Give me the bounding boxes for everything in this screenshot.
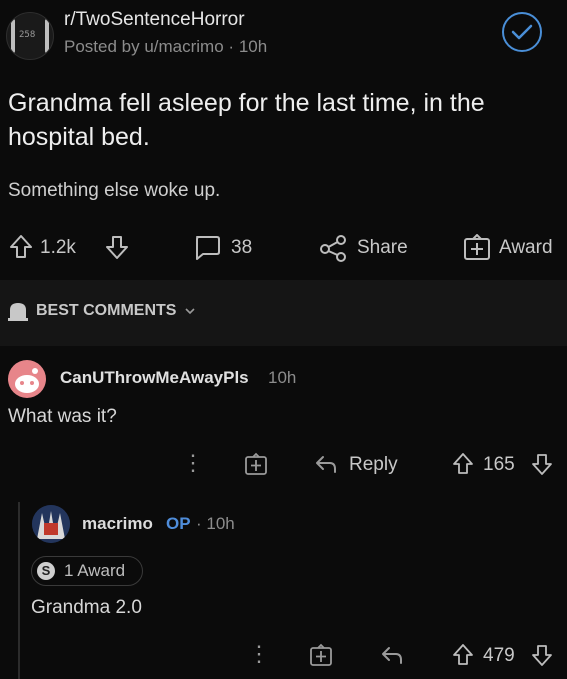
share-icon[interactable] [318, 234, 348, 262]
downvote-icon[interactable] [104, 233, 130, 261]
reply-score: 479 [483, 645, 515, 666]
op-badge: OP [166, 514, 191, 533]
award-button[interactable]: Award [499, 237, 553, 259]
more-icon[interactable]: ⋮ [182, 452, 204, 474]
post-title[interactable]: Grandma fell asleep for the last time, i… [8, 86, 558, 154]
comment-icon[interactable] [192, 234, 222, 262]
reply-time-value: 10h [206, 514, 235, 533]
meta-dot: · [228, 37, 239, 56]
upvote-icon[interactable] [8, 233, 34, 261]
reply-icon[interactable] [314, 453, 338, 475]
reply-username[interactable]: macrimo [82, 514, 153, 534]
comment-time: 10h [268, 368, 297, 387]
upvote-icon[interactable] [451, 642, 475, 668]
comment-count[interactable]: 38 [231, 237, 252, 259]
downvote-icon[interactable] [530, 451, 554, 477]
reply-icon[interactable] [380, 644, 404, 666]
award-icon[interactable] [309, 643, 333, 667]
subreddit-icon[interactable]: 258 [6, 12, 54, 60]
share-button[interactable]: Share [357, 237, 408, 259]
award-icon[interactable] [462, 234, 492, 262]
post-meta: Posted by u/macrimo · 10h [64, 37, 267, 57]
reply-button[interactable]: Reply [349, 454, 398, 476]
award-icon[interactable] [244, 452, 268, 476]
reply-time: · 10h [196, 514, 235, 533]
avatar[interactable] [8, 360, 46, 398]
joined-check-icon[interactable] [502, 12, 542, 52]
comment-score: 165 [483, 454, 515, 475]
downvote-icon[interactable] [530, 642, 554, 668]
award-badge[interactable]: S 1 Award [31, 556, 143, 586]
more-icon[interactable]: ⋮ [248, 643, 270, 665]
thread-line[interactable] [18, 502, 20, 679]
subreddit-icon-text: 258 [19, 30, 36, 40]
chevron-down-icon [185, 308, 196, 315]
sort-label: BEST COMMENTS [36, 302, 177, 319]
mod-shield-icon [8, 303, 28, 321]
comment-username[interactable]: CanUThrowMeAwayPls [60, 368, 249, 388]
comment-text: What was it? [8, 406, 117, 427]
upvote-icon[interactable] [451, 451, 475, 477]
reply-text: Grandma 2.0 [31, 597, 142, 618]
post-time: 10h [238, 37, 268, 56]
posted-by[interactable]: Posted by u/macrimo [64, 37, 224, 56]
subreddit-name[interactable]: r/TwoSentenceHorror [64, 9, 245, 31]
silver-award-icon: S [37, 562, 55, 580]
post-body: Something else woke up. [8, 180, 221, 201]
post-score: 1.2k [40, 237, 76, 258]
sort-selector[interactable]: BEST COMMENTS [6, 300, 196, 322]
avatar[interactable] [32, 505, 70, 543]
award-count: 1 Award [64, 561, 126, 580]
